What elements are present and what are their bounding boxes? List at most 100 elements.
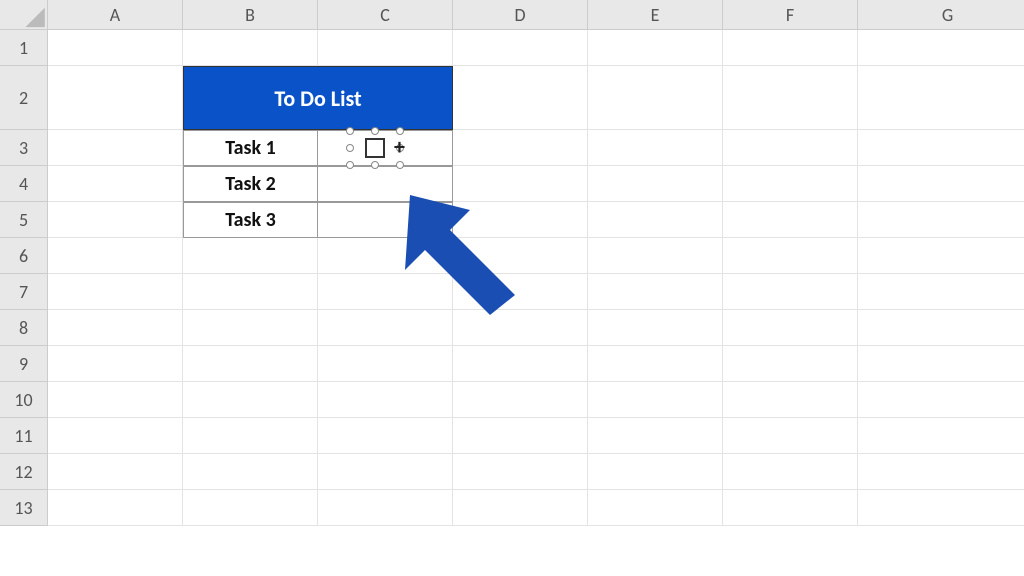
row-header-9[interactable]: 9 <box>0 346 48 382</box>
cell-D9[interactable] <box>453 346 588 382</box>
row-header-13[interactable]: 13 <box>0 490 48 526</box>
row-header-8[interactable]: 8 <box>0 310 48 346</box>
cell-D6[interactable] <box>453 238 588 274</box>
cell-F10[interactable] <box>723 382 858 418</box>
cell-A10[interactable] <box>48 382 183 418</box>
select-all-corner[interactable] <box>0 0 48 30</box>
cell-F9[interactable] <box>723 346 858 382</box>
cell-A7[interactable] <box>48 274 183 310</box>
cell-A6[interactable] <box>48 238 183 274</box>
cell-D2[interactable] <box>453 66 588 130</box>
cell-F4[interactable] <box>723 166 858 202</box>
cell-C7[interactable] <box>318 274 453 310</box>
row-header-6[interactable]: 6 <box>0 238 48 274</box>
cell-G9[interactable] <box>858 346 1024 382</box>
cell-B7[interactable] <box>183 274 318 310</box>
cell-D3[interactable] <box>453 130 588 166</box>
cell-C6[interactable] <box>318 238 453 274</box>
cell-E10[interactable] <box>588 382 723 418</box>
cell-E4[interactable] <box>588 166 723 202</box>
row-header-1[interactable]: 1 <box>0 30 48 66</box>
cell-B13[interactable] <box>183 490 318 526</box>
cell-B12[interactable] <box>183 454 318 490</box>
cell-C9[interactable] <box>318 346 453 382</box>
cell-D13[interactable] <box>453 490 588 526</box>
cell-F1[interactable] <box>723 30 858 66</box>
cell-G5[interactable] <box>858 202 1024 238</box>
column-header-E[interactable]: E <box>588 0 723 30</box>
cell-A5[interactable] <box>48 202 183 238</box>
cell-A11[interactable] <box>48 418 183 454</box>
cell-C1[interactable] <box>318 30 453 66</box>
cell-D10[interactable] <box>453 382 588 418</box>
cell-F6[interactable] <box>723 238 858 274</box>
cell-G8[interactable] <box>858 310 1024 346</box>
cell-F5[interactable] <box>723 202 858 238</box>
cell-F3[interactable] <box>723 130 858 166</box>
cell-C11[interactable] <box>318 418 453 454</box>
row-header-10[interactable]: 10 <box>0 382 48 418</box>
cell-G12[interactable] <box>858 454 1024 490</box>
cell-C13[interactable] <box>318 490 453 526</box>
cell-D4[interactable] <box>453 166 588 202</box>
cell-B8[interactable] <box>183 310 318 346</box>
row-header-12[interactable]: 12 <box>0 454 48 490</box>
cell-F12[interactable] <box>723 454 858 490</box>
cell-C8[interactable] <box>318 310 453 346</box>
cell-F7[interactable] <box>723 274 858 310</box>
row-header-2[interactable]: 2 <box>0 66 48 130</box>
checkbox-form-control[interactable] <box>350 131 400 165</box>
cell-D11[interactable] <box>453 418 588 454</box>
column-header-D[interactable]: D <box>453 0 588 30</box>
cell-G2[interactable] <box>858 66 1024 130</box>
task-checkbox-cell-2[interactable] <box>318 166 453 202</box>
cell-E3[interactable] <box>588 130 723 166</box>
cell-E5[interactable] <box>588 202 723 238</box>
cell-B10[interactable] <box>183 382 318 418</box>
task-checkbox-cell-3[interactable] <box>318 202 453 238</box>
cell-A8[interactable] <box>48 310 183 346</box>
todo-header-cell[interactable]: To Do List <box>183 66 453 130</box>
cell-A1[interactable] <box>48 30 183 66</box>
cell-E12[interactable] <box>588 454 723 490</box>
task-label-cell-3[interactable]: Task 3 <box>183 202 318 238</box>
cell-E7[interactable] <box>588 274 723 310</box>
row-header-11[interactable]: 11 <box>0 418 48 454</box>
selection-handle[interactable] <box>346 127 354 135</box>
cell-G10[interactable] <box>858 382 1024 418</box>
cell-D1[interactable] <box>453 30 588 66</box>
selection-handle[interactable] <box>371 161 379 169</box>
cell-E2[interactable] <box>588 66 723 130</box>
cell-B1[interactable] <box>183 30 318 66</box>
column-header-G[interactable]: G <box>858 0 1024 30</box>
cell-A12[interactable] <box>48 454 183 490</box>
cell-B11[interactable] <box>183 418 318 454</box>
selection-handle[interactable] <box>346 144 354 152</box>
selection-handle[interactable] <box>396 161 404 169</box>
cell-A2[interactable] <box>48 66 183 130</box>
row-header-3[interactable]: 3 <box>0 130 48 166</box>
column-header-B[interactable]: B <box>183 0 318 30</box>
cell-G4[interactable] <box>858 166 1024 202</box>
cell-E6[interactable] <box>588 238 723 274</box>
cell-B6[interactable] <box>183 238 318 274</box>
row-header-7[interactable]: 7 <box>0 274 48 310</box>
cell-D12[interactable] <box>453 454 588 490</box>
cell-E8[interactable] <box>588 310 723 346</box>
column-header-C[interactable]: C <box>318 0 453 30</box>
cell-D8[interactable] <box>453 310 588 346</box>
cell-E13[interactable] <box>588 490 723 526</box>
task-label-cell-1[interactable]: Task 1 <box>183 130 318 166</box>
cell-F2[interactable] <box>723 66 858 130</box>
cell-F13[interactable] <box>723 490 858 526</box>
column-header-F[interactable]: F <box>723 0 858 30</box>
cell-F8[interactable] <box>723 310 858 346</box>
cell-E9[interactable] <box>588 346 723 382</box>
cell-A13[interactable] <box>48 490 183 526</box>
cell-B9[interactable] <box>183 346 318 382</box>
cell-G11[interactable] <box>858 418 1024 454</box>
cell-A9[interactable] <box>48 346 183 382</box>
cell-C10[interactable] <box>318 382 453 418</box>
selection-handle[interactable] <box>371 127 379 135</box>
cell-D7[interactable] <box>453 274 588 310</box>
